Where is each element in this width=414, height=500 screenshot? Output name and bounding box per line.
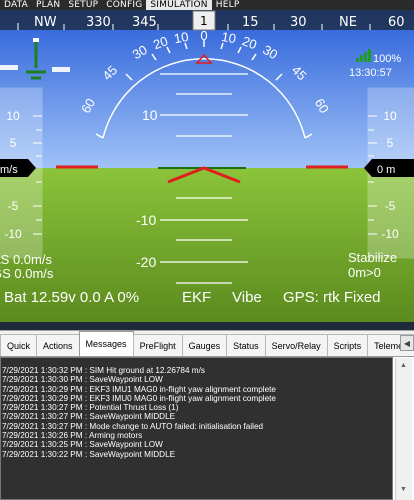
roll-label-10r: 10 [220, 29, 237, 46]
menu-simulation[interactable]: SIMULATION [146, 0, 212, 10]
tab-messages[interactable]: Messages [78, 331, 134, 356]
heading-current: 1 [200, 14, 208, 28]
tab-servo-relay[interactable]: Servo/Relay [264, 334, 328, 356]
log-line: 7/29/2021 1:30:27 PM : Potential Thrust … [2, 403, 179, 413]
altitude-tick-5: 5 [387, 136, 394, 150]
hud-display: NW 330 345 15 30 NE 60 1 60 45 30 20 10 … [0, 10, 414, 322]
tab-scroll-arrow-icon[interactable]: ◀ [400, 335, 414, 351]
altitude-tick-10: 10 [383, 109, 397, 123]
altitude-tick-neg10: -10 [381, 227, 399, 241]
tab-quick[interactable]: Quick [0, 334, 38, 356]
airspeed-text: AS 0.0m/s [0, 252, 52, 267]
log-line: 7/29/2021 1:30:27 PM : SaveWaypoint MIDD… [2, 412, 176, 422]
hud-bottom-bar [0, 322, 414, 330]
menu-help[interactable]: HELP [212, 0, 244, 10]
ekf-status[interactable]: EKF [182, 289, 211, 306]
tab-strip: Quick Actions Messages PreFlight Gauges … [0, 330, 414, 356]
altitude-tick-neg5: -5 [385, 199, 396, 213]
airspeed-tick-10: 10 [6, 109, 20, 123]
airspeed-tick-neg10: -10 [4, 227, 22, 241]
log-line: 7/29/2021 1:30:22 PM : SaveWaypoint MIDD… [2, 449, 176, 459]
airspeed-tick-5: 5 [10, 136, 17, 150]
tab-gauges[interactable]: Gauges [181, 334, 228, 356]
scroll-down-icon[interactable]: ▼ [400, 486, 407, 493]
log-line: 7/29/2021 1:30:26 PM : Arming motors [2, 431, 143, 441]
scroll-up-icon[interactable]: ▲ [400, 362, 407, 369]
menu-data[interactable]: DATA [0, 0, 32, 10]
log-line: 7/29/2021 1:30:27 PM : Mode change to AU… [2, 421, 264, 431]
menu-config[interactable]: CONFIG [102, 0, 146, 10]
tab-status[interactable]: Status [226, 334, 266, 356]
heading-label-345: 345 [132, 15, 157, 30]
menu-plan[interactable]: PLAN [32, 0, 64, 10]
battery-status: Bat 12.59v 0.0 A 0% [4, 289, 139, 306]
pitch-label-neg20: -20 [136, 254, 156, 270]
log-line: 7/29/2021 1:30:29 PM : EKF3 IMU0 MAG0 in… [2, 393, 276, 403]
pitch-label-10: 10 [142, 107, 158, 123]
heading-label-nw: NW [34, 15, 57, 30]
heading-label-60: 60 [388, 15, 405, 30]
heading-label-330: 330 [86, 15, 111, 30]
tab-preflight[interactable]: PreFlight [132, 334, 183, 356]
heading-label-ne: NE [339, 15, 357, 30]
menu-setup[interactable]: SETUP [64, 0, 102, 10]
gps-status: GPS: rtk Fixed [283, 289, 381, 306]
heading-label-30: 30 [290, 15, 307, 30]
roll-label-10l: 10 [173, 29, 190, 46]
log-line: 7/29/2021 1:30:25 PM : SaveWaypoint LOW [2, 440, 163, 450]
pitch-label-neg10: -10 [136, 212, 156, 228]
flight-mode-sub: 0m>0 [348, 265, 381, 280]
log-line: 7/29/2021 1:30:30 PM : SaveWaypoint LOW [2, 375, 163, 385]
airspeed-tick-neg5: -5 [8, 199, 19, 213]
altitude-readout: 0 m [377, 164, 395, 176]
log-line: 7/29/2021 1:30:32 PM : SIM Hit ground at… [2, 366, 205, 375]
clock-time: 13:30:57 [349, 67, 392, 79]
vibe-status[interactable]: Vibe [232, 289, 262, 306]
messages-log[interactable]: 7/29/2021 1:30:32 PM : SIM Hit ground at… [0, 357, 393, 500]
groundspeed-text: GS 0.0m/s [0, 266, 54, 281]
tab-actions[interactable]: Actions [36, 334, 80, 356]
flight-mode: Stabilize [348, 250, 397, 265]
menu-bar: DATA PLAN SETUP CONFIG SIMULATION HELP [0, 0, 414, 10]
log-line: 7/29/2021 1:30:29 PM : EKF3 IMU1 MAG0 in… [2, 384, 276, 394]
airspeed-readout: m/s [0, 164, 18, 176]
signal-percent: 100% [373, 53, 401, 65]
log-scrollbar[interactable]: ▲ ▼ [395, 358, 412, 500]
tab-scripts[interactable]: Scripts [326, 334, 369, 356]
roll-label-0: 0 [200, 28, 207, 43]
heading-label-15: 15 [242, 15, 259, 30]
